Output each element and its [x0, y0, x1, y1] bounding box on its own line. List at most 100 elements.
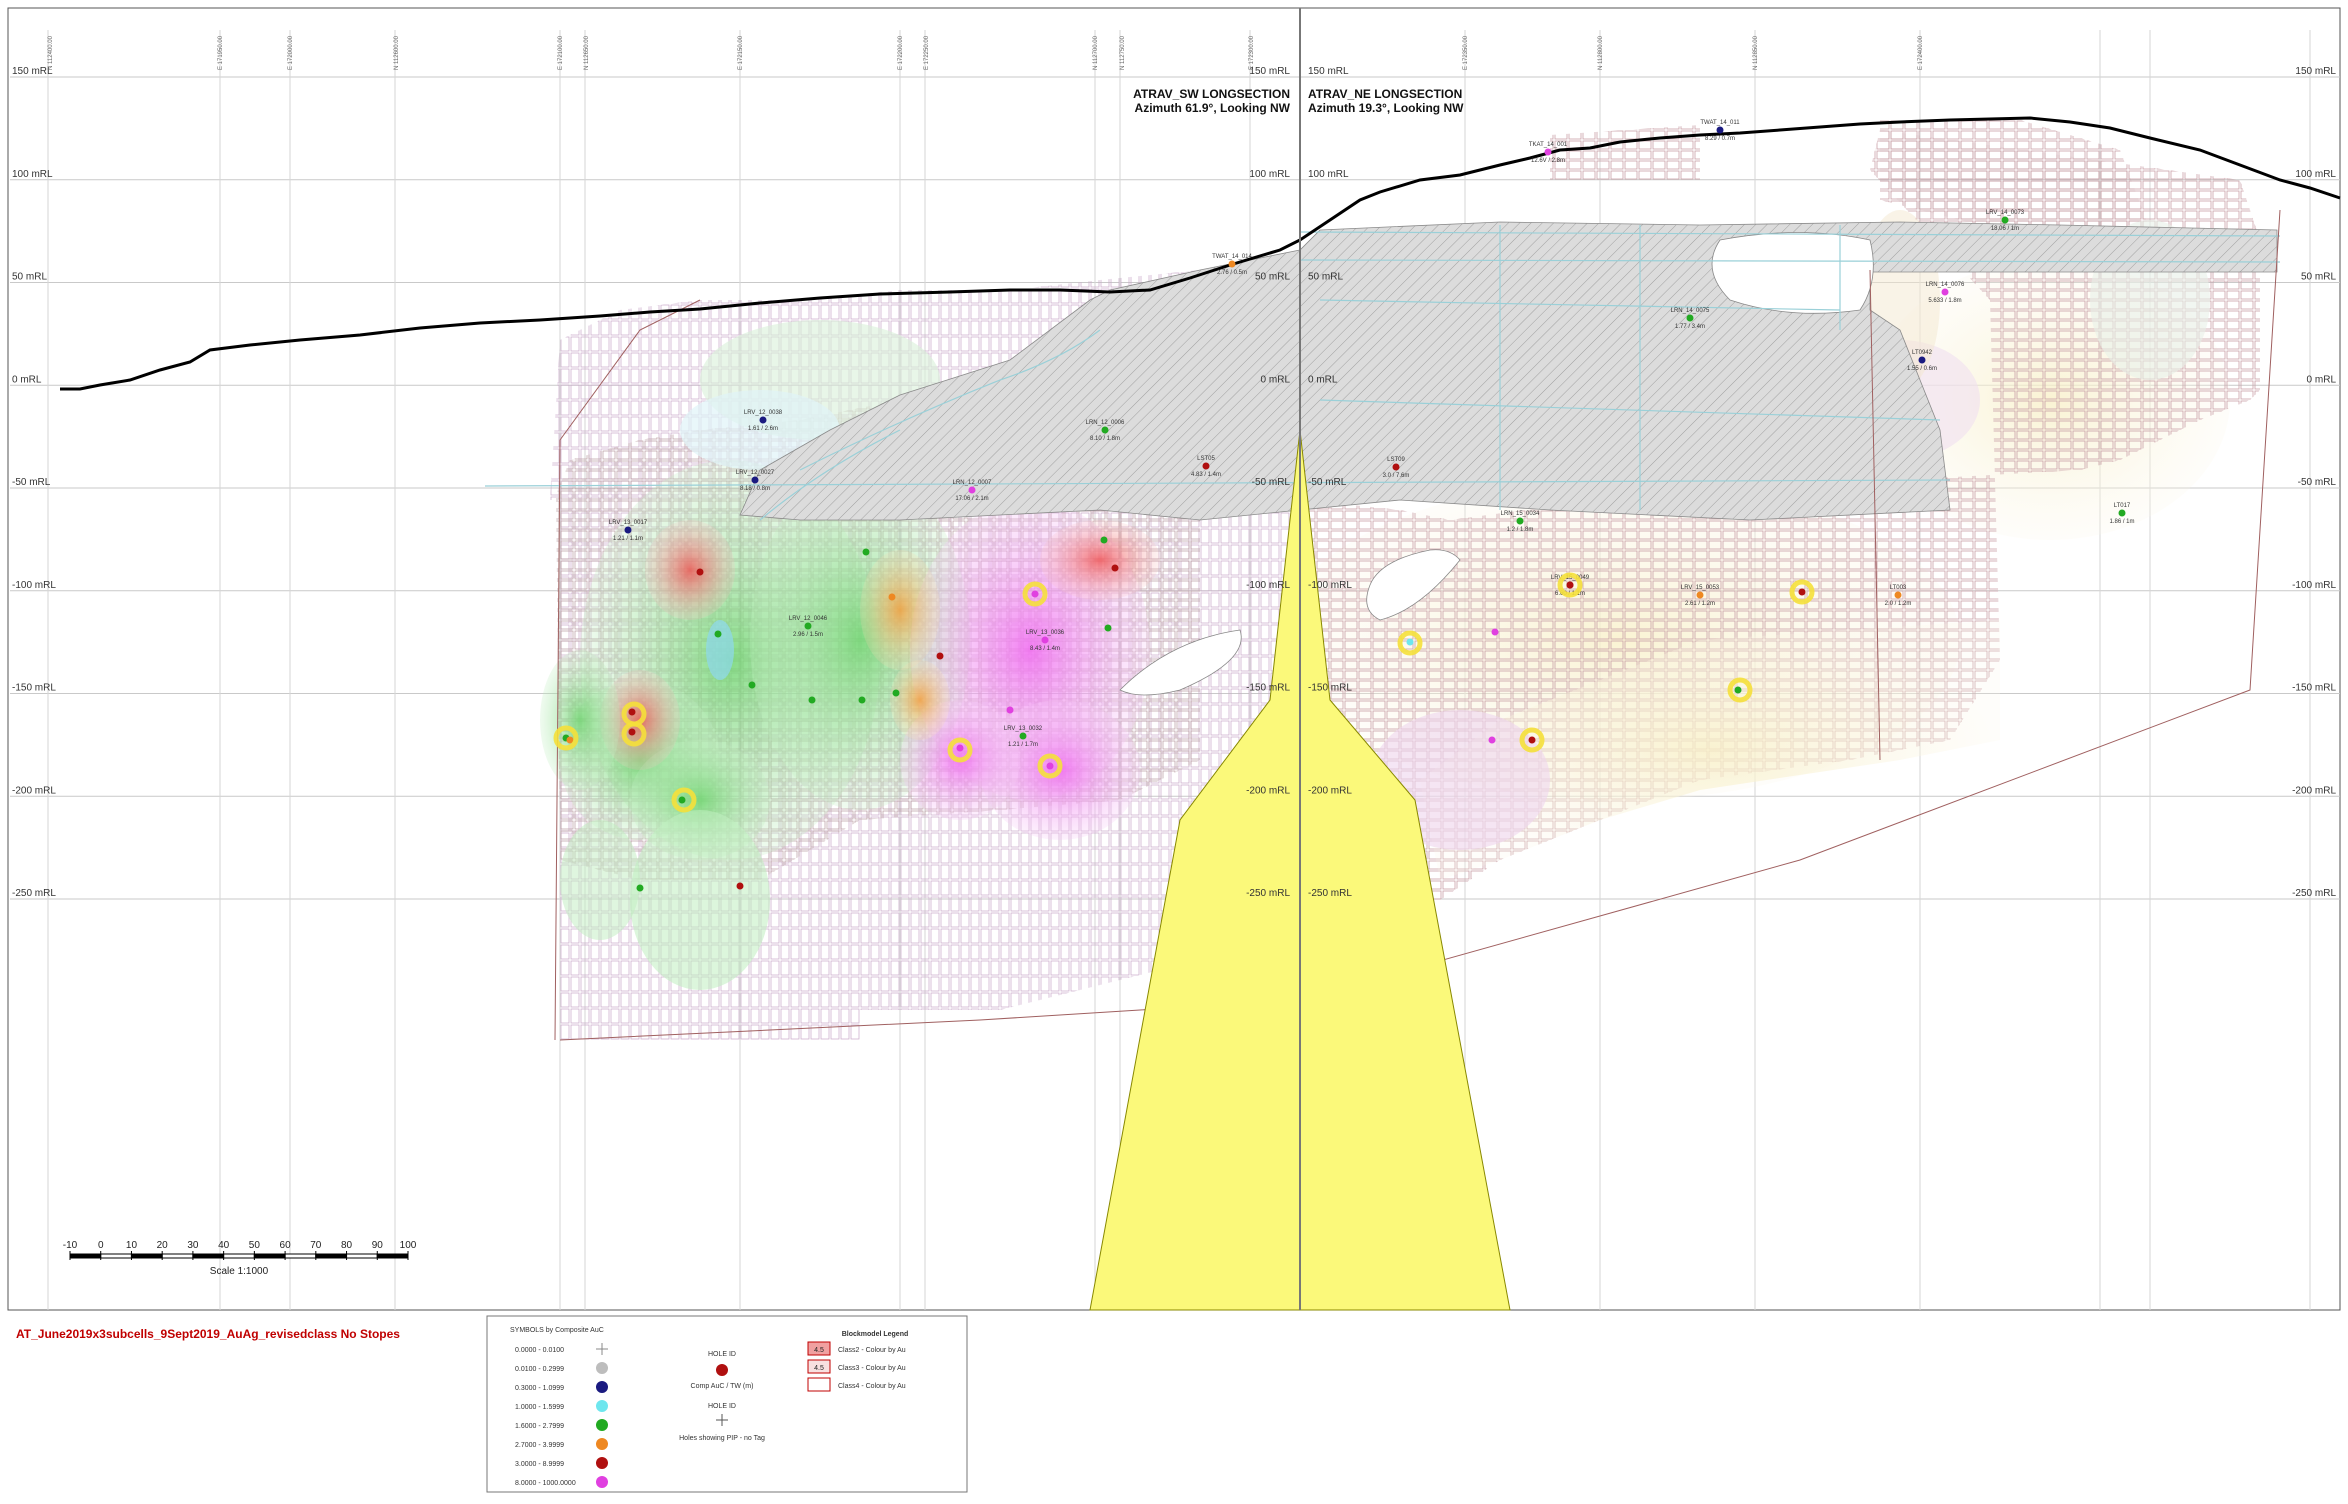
blockmodel-title: Blockmodel Legend: [842, 1331, 909, 1338]
hole-value: 2.76 / 0.5m: [1217, 270, 1247, 276]
rl-label: -250 mRL: [2292, 888, 2336, 899]
rl-label: 150 mRL: [1308, 66, 1349, 77]
hole-value: 8.43 / 1.4m: [1030, 646, 1060, 652]
rl-label: -50 mRL: [1308, 477, 1347, 488]
hole-id-sub-2: Holes showing PIP - no Tag: [679, 1435, 765, 1442]
legend-range-dot: [596, 1362, 608, 1374]
rl-label: 150 mRL: [12, 66, 53, 77]
hole-value: 1.2 / 1.8m: [1507, 527, 1534, 533]
legend-range-text: 2.7000 - 3.9999: [515, 1442, 564, 1449]
composite-dot: [1006, 706, 1014, 714]
hole-id: LRN_14_0075: [1671, 308, 1710, 314]
rl-label: 50 mRL: [1255, 272, 1290, 283]
rl-label: 0 mRL: [12, 374, 42, 385]
easting-label: E 171950.00: [218, 35, 224, 70]
rl-label: 50 mRL: [12, 272, 47, 283]
hole-dot: [804, 622, 812, 630]
rl-label: 100 mRL: [1308, 169, 1349, 180]
rl-label: -200 mRL: [12, 785, 56, 796]
hole-dot: [1686, 314, 1694, 322]
legend-box: SYMBOLS by Composite AuC 0.0000 - 0.0100…: [486, 1315, 968, 1493]
easting-label: E 172300.00: [1249, 35, 1255, 70]
rl-label: -100 mRL: [1246, 580, 1290, 591]
class-swatch-tag: 4.5: [814, 1347, 824, 1354]
hole-id-dot: [716, 1364, 728, 1376]
hole-value: 8.10 / 1.8m: [1090, 436, 1120, 442]
scale-tick: 80: [341, 1240, 353, 1251]
hole-dot: [1228, 260, 1236, 268]
hole-dot: [1516, 517, 1524, 525]
longsection-drawing: ATRAV_SW LONGSECTION Azimuth 61.9°, Look…: [0, 0, 2348, 1499]
model-filename: AT_June2019x3subcells_9Sept2019_AuAg_rev…: [16, 1327, 400, 1341]
scale-tick: 20: [157, 1240, 169, 1251]
scale-label: Scale 1:1000: [210, 1266, 269, 1277]
rl-label: -150 mRL: [1246, 683, 1290, 694]
composite-dot: [1528, 736, 1536, 744]
hole-dot: [1202, 462, 1210, 470]
hole-dot: [968, 486, 976, 494]
composite-dot: [714, 630, 722, 638]
composite-dot: [1798, 588, 1806, 596]
hole-id: LT0942: [1912, 350, 1933, 356]
class-text: Class3 - Colour by Au: [838, 1365, 906, 1372]
composite-dot: [696, 568, 704, 576]
composite-dot: [748, 681, 756, 689]
hole-id-label: HOLE ID: [708, 1351, 736, 1358]
legend-range-text: 1.6000 - 2.7999: [515, 1423, 564, 1430]
legend-range-text: 1.0000 - 1.5999: [515, 1404, 564, 1411]
composite-dot: [1046, 762, 1054, 770]
rl-label: -250 mRL: [12, 888, 56, 899]
hole-id: TWAT_14_011: [1700, 120, 1740, 126]
easting-label: N 112400.00: [48, 35, 54, 70]
hole-value: 1.77 / 3.4m: [1675, 324, 1705, 330]
ne-section-title: ATRAV_NE LONGSECTION: [1308, 87, 1462, 101]
composite-dot: [736, 882, 744, 890]
easting-label: N 112850.00: [1753, 35, 1759, 70]
hole-value: 1.61 / 2.6m: [748, 426, 778, 432]
composite-dot: [858, 696, 866, 704]
rl-label: 0 mRL: [1261, 374, 1291, 385]
composite-dot: [956, 744, 964, 752]
hole-id-label-2: HOLE ID: [708, 1403, 736, 1410]
scale-tick: 100: [400, 1240, 417, 1251]
rl-label: -50 mRL: [12, 477, 51, 488]
scale-tick: -10: [63, 1240, 78, 1251]
hole-value: 18.06 / 1m: [1991, 226, 2019, 232]
composite-dot: [1566, 581, 1574, 589]
hole-id: LRV_14_0073: [1986, 210, 2025, 216]
hole-dot: [1544, 148, 1552, 156]
hole-dot: [1941, 288, 1949, 296]
legend-range-dot: [596, 1438, 608, 1450]
composite-dot: [1100, 536, 1108, 544]
hole-value: 8.18 / 0.8m: [740, 486, 770, 492]
composite-dot: [628, 728, 636, 736]
rl-label: -200 mRL: [1308, 785, 1352, 796]
rl-label: -100 mRL: [2292, 580, 2336, 591]
composite-dot: [808, 696, 816, 704]
scale-tick: 10: [126, 1240, 138, 1251]
easting-label: E 172000.00: [288, 35, 294, 70]
composite-dot: [888, 593, 896, 601]
legend-range-dot: [596, 1457, 608, 1469]
composite-dot: [1406, 638, 1414, 646]
class-swatch: [807, 1377, 831, 1392]
hole-dot: [1894, 591, 1902, 599]
hole-value: 1.21 / 1.7m: [1008, 742, 1038, 748]
hole-value: 2.0 / 1.2m: [1885, 601, 1912, 607]
easting-label: N 112800.00: [1598, 35, 1604, 70]
legend-range-dot: [596, 1400, 608, 1412]
hole-value: 5.633 / 1.8m: [1928, 298, 1961, 304]
hole-id: LRV_13_0036: [1026, 630, 1065, 636]
hole-id-sub: Comp AuC / TW (m): [691, 1383, 754, 1390]
hole-dot: [624, 526, 632, 534]
rl-label: -150 mRL: [12, 683, 56, 694]
hole-value: 12.6V / 2.8m: [1531, 158, 1565, 164]
hole-dot: [1101, 426, 1109, 434]
easting-label: E 172200.00: [898, 35, 904, 70]
legend-classes: 4.5 Class2 - Colour by Au 4.5 Class3 - Colo…: [807, 1341, 906, 1392]
hole-id: LRV_13_0032: [1004, 726, 1043, 732]
easting-label: N 112600.00: [394, 35, 400, 70]
hole-id: LT003: [1890, 585, 1907, 591]
hole-value: 8.29 / 0.7m: [1705, 136, 1735, 142]
scale-tick: 60: [280, 1240, 292, 1251]
